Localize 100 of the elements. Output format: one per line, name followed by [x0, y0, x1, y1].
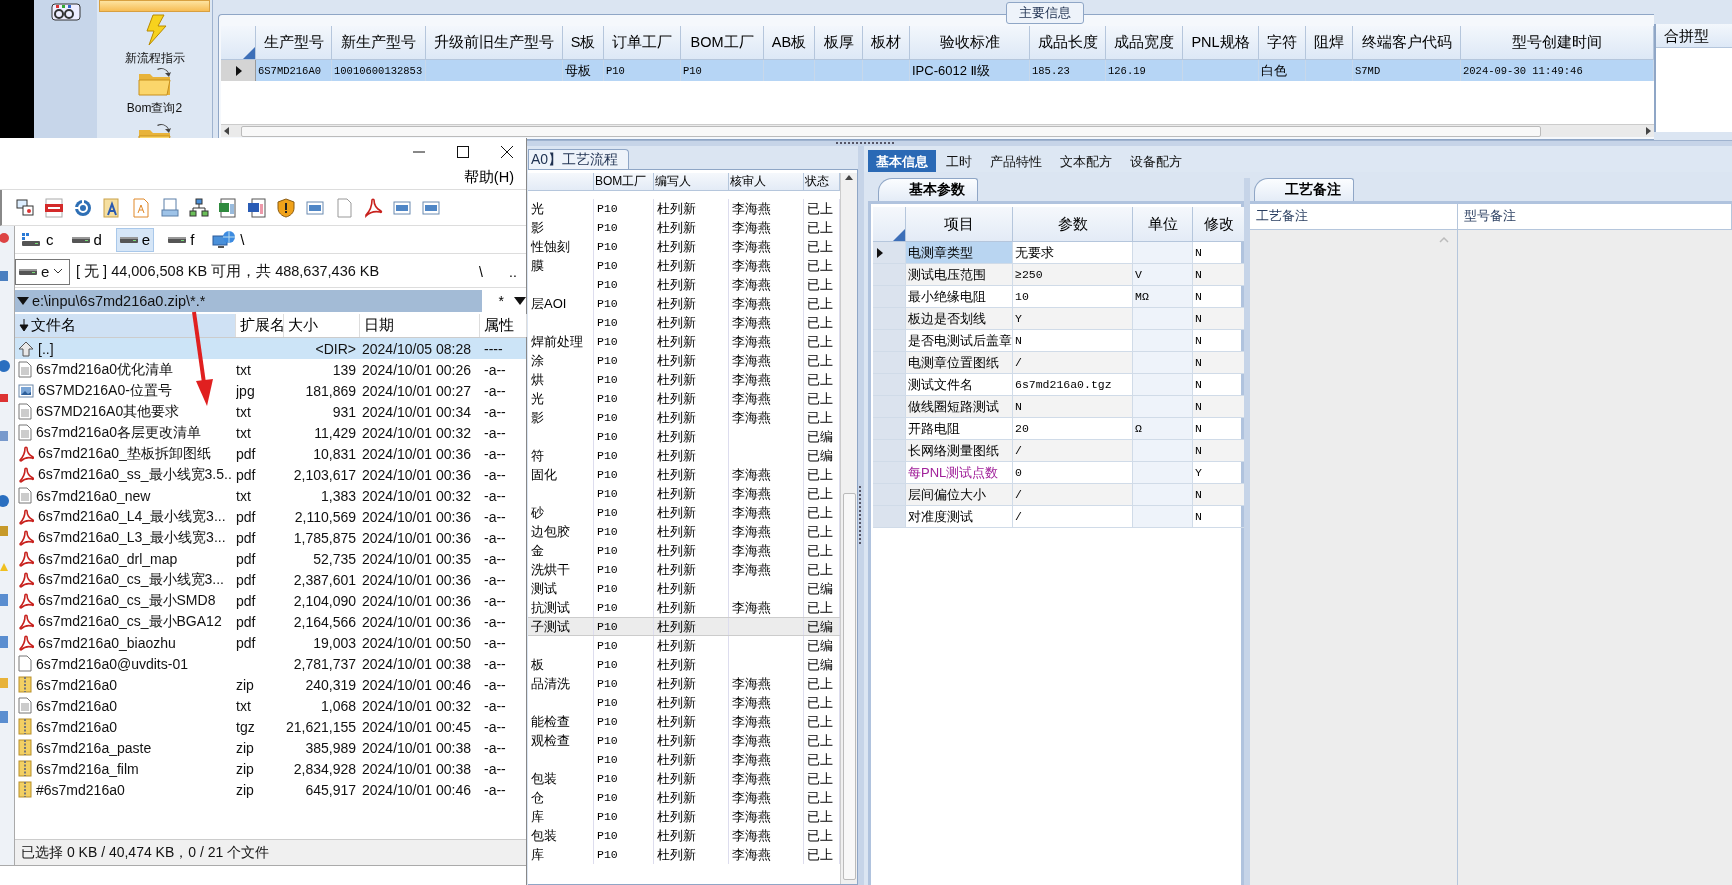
- column-header[interactable]: 文件名: [15, 314, 236, 337]
- table-row[interactable]: 对准度测试 / N: [873, 506, 1241, 528]
- table-cell: 李海燕: [732, 351, 771, 370]
- panel-tab[interactable]: 基本参数: [878, 178, 978, 201]
- file-name: 6s7md216a0_biaozhu: [38, 634, 176, 651]
- panel-tab[interactable]: A0】工艺流程: [528, 149, 630, 170]
- file-row[interactable]: 6s7md216a0 zip 240,319 2024/10/01 00:46 -a--: [15, 674, 526, 695]
- drive-icon: [119, 236, 138, 243]
- printer-icon[interactable]: [160, 197, 180, 218]
- pdf-file-icon[interactable]: [44, 197, 64, 218]
- table-cell: 李海燕: [732, 370, 771, 389]
- filter-button[interactable]: *: [488, 293, 514, 309]
- table-row[interactable]: 测试电压范围 ≥250 V N: [873, 264, 1241, 286]
- caret-down-icon[interactable]: [514, 297, 526, 305]
- file-row[interactable]: 6s7md216a0优化清单 txt 139 2024/10/01 00:26 -a--: [15, 359, 526, 380]
- tab[interactable]: 文本配方: [1052, 150, 1120, 172]
- drive-button[interactable]: e: [115, 227, 155, 252]
- drive-button[interactable]: d: [67, 227, 106, 252]
- file-row[interactable]: [..] <DIR> 2024/10/05 08:28 ----: [15, 338, 526, 359]
- file-row[interactable]: 6s7md216a0 tgz 21,621,155 2024/10/01 00:45 -a--: [15, 716, 526, 737]
- file-row[interactable]: 6s7md216a0_drl_map pdf 52,735 2024/10/01 00:35 -a--: [15, 548, 526, 569]
- menu-item[interactable]: 帮助(H): [461, 168, 516, 187]
- table-cell: P10: [597, 506, 618, 519]
- table-cell: 李海燕: [732, 560, 771, 579]
- shield-icon[interactable]: [276, 197, 296, 218]
- nav-button[interactable]: 新流程指示: [99, 12, 210, 66]
- file-row[interactable]: 6s7md216a0_cs_最小SMD8 pdf 2,104,090 2024/10/01 00:36 -a--: [15, 590, 526, 611]
- close-icon[interactable]: [500, 145, 514, 159]
- toolbox-icon[interactable]: [50, 2, 81, 22]
- disc-icon[interactable]: [73, 197, 93, 218]
- table-row[interactable]: 电测章类型 无要求 N: [873, 242, 1241, 264]
- tab[interactable]: 基本信息: [868, 150, 936, 172]
- table-cell: P10: [597, 563, 618, 576]
- table-cell: P10: [597, 430, 618, 443]
- file-row[interactable]: 6s7md216a0_L4_最小线宽3... pdf 2,110,569 2024/10/01 00:36 -a--: [15, 506, 526, 527]
- drive-button[interactable]: c: [16, 227, 58, 252]
- file-size: 139: [332, 361, 356, 378]
- file-extension: pdf: [236, 529, 256, 546]
- file-row[interactable]: #6s7md216a0 zip 645,917 2024/10/01 00:46 -a--: [15, 779, 526, 800]
- root-button[interactable]: \: [468, 263, 494, 280]
- table-cell: 杜列新: [657, 845, 696, 864]
- file-name: 6s7md216a0_cs_最小线宽3...: [38, 570, 224, 589]
- table-row[interactable]: 板边是否划线 Y N: [873, 308, 1241, 330]
- maximize-icon[interactable]: [456, 145, 470, 159]
- file-row[interactable]: 6s7md216a0 txt 1,068 2024/10/01 00:32 -a--: [15, 695, 526, 716]
- scroll-up-icon[interactable]: [844, 173, 854, 183]
- spreadsheet-icon[interactable]: [218, 197, 238, 218]
- file-attributes: -a--: [484, 592, 506, 609]
- splitter-grip[interactable]: [858, 485, 862, 546]
- table-row[interactable]: 层间偏位大小 / N: [873, 484, 1241, 506]
- table-row[interactable]: 电测章位置图纸 / N: [873, 352, 1241, 374]
- table-row[interactable]: 6S7MD216A0 10010600132853 母板 P10 P10 IPC-6012 Ⅱ级 185.23 126.19 白色 S7MD 2024-09-30 11:49:46: [221, 60, 1654, 81]
- table-cell: 做线圈短路测试: [908, 397, 999, 416]
- table-cell: 杜列新: [657, 693, 696, 712]
- tab[interactable]: 产品特性: [982, 150, 1050, 172]
- file-row[interactable]: 6S7MD216A0其他要求 txt 931 2024/10/01 00:34 -a--: [15, 401, 526, 422]
- file-row[interactable]: 6s7md216a0_cs_最小BGA12 pdf 2,164,566 2024/10/01 00:36 -a--: [15, 611, 526, 632]
- file-name: 6S7MD216A0其他要求: [36, 402, 180, 421]
- panel-tab[interactable]: 工艺备注: [1254, 178, 1354, 201]
- file-row[interactable]: 6s7md216a0各层更改清单 txt 11,429 2024/10/01 00:32 -a--: [15, 422, 526, 443]
- network-icon[interactable]: [189, 197, 209, 218]
- word-document-icon[interactable]: [247, 197, 267, 218]
- acrobat-icon[interactable]: [363, 197, 383, 218]
- scroll-thumb[interactable]: [241, 125, 1541, 137]
- drive-button[interactable]: f: [164, 227, 199, 252]
- drive-button[interactable]: \: [208, 227, 249, 252]
- file-name: 6s7md216a0_ss_最小线宽3.5..: [38, 465, 232, 484]
- font-icon[interactable]: [102, 197, 122, 218]
- table-row[interactable]: 长网络测量图纸 / N: [873, 440, 1241, 462]
- file-row[interactable]: 6s7md216a_film zip 2,834,928 2024/10/01 00:38 -a--: [15, 758, 526, 779]
- file-date: 2024/10/01 00:36: [362, 508, 471, 525]
- tab[interactable]: 工时: [938, 150, 980, 172]
- tab[interactable]: 设备配方: [1122, 150, 1190, 172]
- scrollbar[interactable]: [221, 124, 1654, 137]
- nav-button[interactable]: Bom查询2: [99, 66, 210, 120]
- scrollbar[interactable]: [840, 173, 857, 884]
- table-cell: 2024-09-30 11:49:46: [1463, 64, 1583, 77]
- file-row[interactable]: 6S7MD216A0-位置号 jpg 181,869 2024/10/01 00:27 -a--: [15, 380, 526, 401]
- file-row[interactable]: 6s7md216a0@uvdits-01 2,781,737 2024/10/01 00:38 -a--: [15, 653, 526, 674]
- file-row[interactable]: 6s7md216a_paste zip 385,989 2024/10/01 00:38 -a--: [15, 737, 526, 758]
- file-row[interactable]: 6s7md216a0_new txt 1,383 2024/10/01 00:32 -a--: [15, 485, 526, 506]
- windows-icon[interactable]: [15, 197, 35, 218]
- table-cell: 杜列新: [657, 579, 696, 598]
- table-cell: 对准度测试: [908, 507, 973, 526]
- table-row[interactable]: 做线圈短路测试 N N: [873, 396, 1241, 418]
- drive-dropdown[interactable]: e: [15, 258, 70, 285]
- file-row[interactable]: 6s7md216a0_ss_最小线宽3.5.. pdf 2,103,617 2024/10/01 00:36 -a--: [15, 464, 526, 485]
- blank-file-icon: [18, 655, 32, 672]
- file-row[interactable]: 6s7md216a0_垫板拆卸图纸 pdf 10,831 2024/10/01 00:36 -a--: [15, 443, 526, 464]
- archive-icon: [18, 676, 32, 693]
- table-cell: 是否电测试后盖章: [908, 331, 1012, 350]
- table-row[interactable]: 子测试 P10 杜列新 已编: [528, 617, 840, 636]
- path-bar[interactable]: e:\inpu\6s7md216a0.zip\*.*: [15, 290, 483, 312]
- up-button[interactable]: ..: [500, 263, 526, 280]
- file-row[interactable]: 6s7md216a0_L3_最小线宽3... pdf 1,785,875 2024/10/01 00:36 -a--: [15, 527, 526, 548]
- table-cell: 杜列新: [657, 389, 696, 408]
- file-row[interactable]: 6s7md216a0_biaozhu pdf 19,003 2024/10/01 00:50 -a--: [15, 632, 526, 653]
- scroll-thumb[interactable]: [842, 493, 856, 880]
- file-row[interactable]: 6s7md216a0_cs_最小线宽3... pdf 2,387,601 2024/10/01 00:36 -a--: [15, 569, 526, 590]
- splitter-grip[interactable]: [836, 141, 896, 145]
